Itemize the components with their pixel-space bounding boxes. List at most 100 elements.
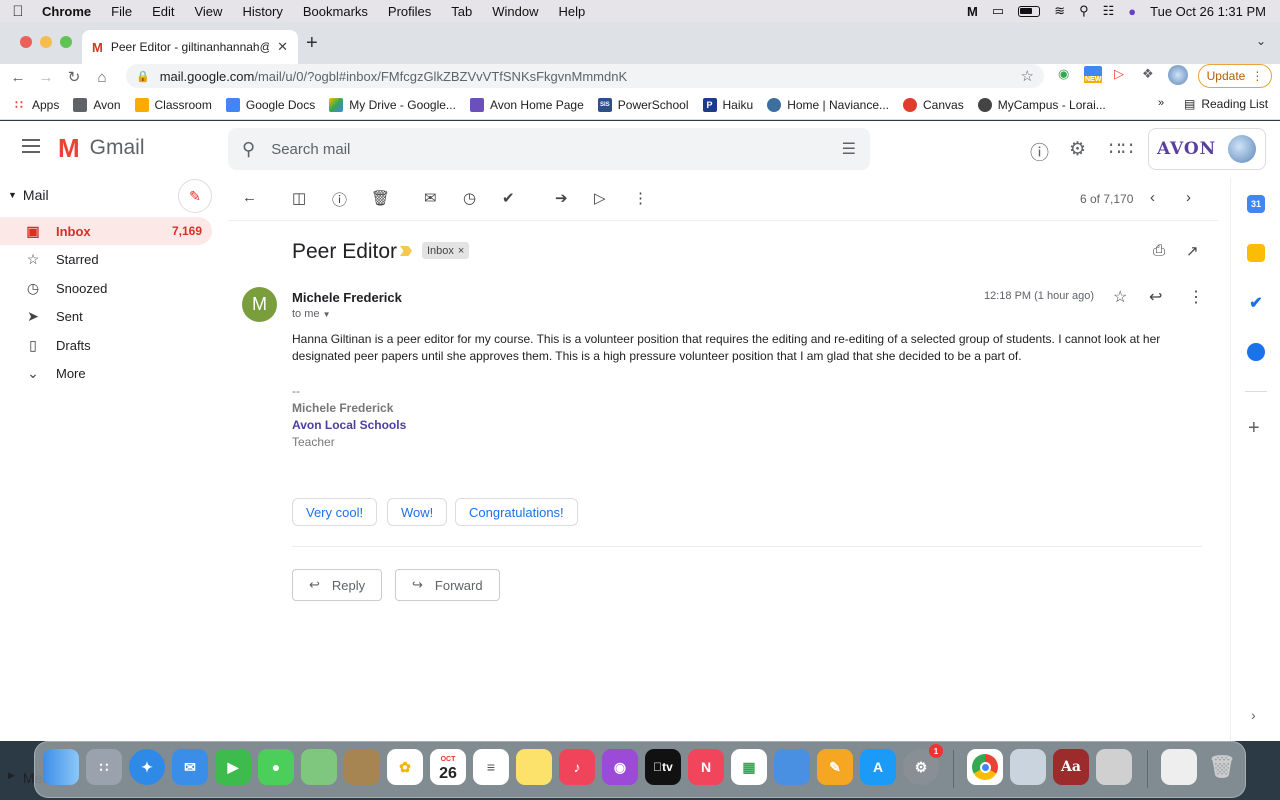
google-apps-icon[interactable]: ∷∷	[1109, 138, 1133, 161]
menubar-clock[interactable]: Tue Oct 26 1:31 PM	[1150, 4, 1266, 19]
back-arrow-icon[interactable]: ←	[4, 69, 32, 86]
preview-icon[interactable]	[1010, 749, 1046, 785]
notes-icon[interactable]	[516, 749, 552, 785]
chrome-icon[interactable]	[967, 749, 1003, 785]
dictionary-icon[interactable]: Aa	[1053, 749, 1089, 785]
reading-list-button[interactable]: ▤ Reading List	[1184, 97, 1268, 111]
grammarly-extension-icon[interactable]: ◉	[1058, 66, 1069, 82]
menu-tab[interactable]: Tab	[441, 4, 482, 19]
smart-reply-very-cool[interactable]: Very cool!	[292, 498, 378, 526]
search-options-icon[interactable]: ☰	[842, 139, 856, 159]
messages-icon[interactable]: ●	[258, 749, 294, 785]
new-extension-icon[interactable]: NEW	[1084, 66, 1103, 83]
newer-chevron-left-icon[interactable]: ‹	[1150, 189, 1155, 206]
menu-view[interactable]: View	[184, 4, 232, 19]
important-marker-icon[interactable]	[400, 246, 412, 256]
bookmark-avon-home[interactable]: Avon Home Page	[469, 97, 584, 112]
spotlight-search-icon[interactable]: ⚲	[1079, 3, 1089, 19]
app-store-icon[interactable]: A	[860, 749, 896, 785]
menu-profiles[interactable]: Profiles	[378, 4, 441, 19]
siri-icon[interactable]: ●	[1128, 4, 1136, 19]
news-icon[interactable]: N	[688, 749, 724, 785]
menu-edit[interactable]: Edit	[142, 4, 184, 19]
new-tab-button[interactable]: +	[306, 32, 318, 55]
help-icon[interactable]: ⓘ	[1030, 138, 1049, 165]
snooze-clock-icon[interactable]: ◷	[463, 189, 476, 207]
forward-button[interactable]: ↪ Forward	[395, 569, 500, 601]
add-to-tasks-icon[interactable]: ✔	[502, 189, 515, 207]
reminders-icon[interactable]: ≡	[473, 749, 509, 785]
smart-reply-wow[interactable]: Wow!	[387, 498, 448, 526]
bookmark-canvas[interactable]: Canvas	[903, 97, 964, 112]
display-icon[interactable]: ▭	[992, 3, 1004, 19]
back-to-inbox-icon[interactable]: ←	[242, 189, 257, 206]
bookmark-apps[interactable]: ∷ Apps	[12, 98, 59, 112]
hide-side-panel-chevron-icon[interactable]: ›	[1251, 707, 1256, 723]
open-new-window-icon[interactable]: ↗	[1186, 242, 1199, 260]
safari-icon[interactable]: ✦	[129, 749, 165, 785]
smart-reply-congratulations[interactable]: Congratulations!	[455, 498, 578, 526]
minimize-window-button[interactable]	[40, 36, 52, 48]
close-window-button[interactable]	[20, 36, 32, 48]
reload-icon[interactable]: ↻	[60, 68, 88, 86]
get-addons-plus-icon[interactable]: +	[1248, 417, 1260, 440]
contacts-icon[interactable]	[1247, 343, 1265, 361]
keynote-icon[interactable]	[774, 749, 810, 785]
print-icon[interactable]: ⎙	[1153, 242, 1165, 259]
reply-button[interactable]: ↩ Reply	[292, 569, 383, 601]
menu-help[interactable]: Help	[549, 4, 596, 19]
photos-icon[interactable]: ✿	[387, 749, 423, 785]
sidebar-item-drafts[interactable]: ▯ Drafts	[0, 331, 212, 359]
mail-section-header[interactable]: ▼ Mail	[8, 187, 49, 203]
sender-name[interactable]: Michele Frederick	[292, 290, 402, 305]
message-more-icon[interactable]: ⋮	[1188, 287, 1204, 307]
sidebar-item-inbox[interactable]: ▣ Inbox 7,169	[0, 217, 212, 245]
bookmark-avon[interactable]: Avon	[73, 97, 121, 112]
zoom-window-button[interactable]	[60, 36, 72, 48]
contacts-app-icon[interactable]	[344, 749, 380, 785]
music-icon[interactable]: ♪	[559, 749, 595, 785]
bookmark-powerschool[interactable]: SIS PowerSchool	[597, 97, 689, 112]
trash-icon[interactable]: 🗑	[1204, 749, 1240, 785]
move-to-icon[interactable]: ➔	[555, 189, 568, 207]
tab-search-chevron-icon[interactable]: ⌄	[1256, 34, 1266, 48]
battery-icon[interactable]	[1018, 5, 1041, 17]
gmail-logo[interactable]: M Gmail	[58, 135, 145, 161]
profile-avatar-icon[interactable]	[1168, 65, 1188, 85]
bookmark-haiku[interactable]: P Haiku	[702, 97, 753, 112]
recipient-details[interactable]: to me ▼	[292, 308, 331, 320]
downloads-document-icon[interactable]	[1161, 749, 1197, 785]
more-actions-icon[interactable]: ⋮	[633, 189, 648, 207]
older-chevron-right-icon[interactable]: ›	[1186, 189, 1191, 206]
update-chrome-button[interactable]: Update ⋮	[1198, 64, 1272, 88]
sidebar-item-snoozed[interactable]: ◷ Snoozed	[0, 274, 212, 302]
browser-tab-active[interactable]: M Peer Editor - giltinanhannah@a ✕	[82, 30, 298, 64]
mail-icon[interactable]: ✉	[172, 749, 208, 785]
numbers-icon[interactable]: ▦	[731, 749, 767, 785]
launchpad-icon[interactable]: ∷	[86, 749, 122, 785]
extensions-puzzle-icon[interactable]: ❖	[1142, 66, 1154, 82]
facetime-icon[interactable]: ▶	[215, 749, 251, 785]
star-message-icon[interactable]: ☆	[1113, 287, 1127, 307]
calendar-app-icon[interactable]: OCT 26	[430, 749, 466, 785]
bookmark-google-docs[interactable]: Google Docs	[225, 97, 315, 112]
sidebar-item-sent[interactable]: ➤ Sent	[0, 302, 212, 330]
delete-trash-icon[interactable]: 🗑	[371, 189, 390, 207]
finder-icon[interactable]	[43, 749, 79, 785]
bookmark-star-icon[interactable]: ☆	[1021, 67, 1034, 85]
label-tag-icon[interactable]: ▷	[594, 189, 606, 207]
lock-icon[interactable]: 🔒	[136, 70, 150, 83]
wifi-icon[interactable]: ≋	[1054, 3, 1065, 19]
apple-menu-icon[interactable]: 	[0, 3, 36, 20]
main-menu-icon[interactable]	[22, 139, 40, 153]
system-preferences-icon[interactable]: ⚙ 1	[903, 744, 943, 785]
bookmark-classroom[interactable]: Classroom	[134, 97, 212, 112]
menu-history[interactable]: History	[232, 4, 292, 19]
inbox-label-chip[interactable]: Inbox ×	[422, 242, 470, 259]
bookmark-my-drive[interactable]: My Drive - Google...	[329, 97, 456, 112]
archive-icon[interactable]: ◫	[292, 189, 306, 207]
menu-app-name[interactable]: Chrome	[36, 4, 101, 19]
tasks-icon[interactable]: ✔	[1247, 294, 1265, 312]
report-spam-icon[interactable]: ⓘ	[332, 189, 347, 210]
sidebar-item-starred[interactable]: ☆ Starred	[0, 245, 212, 273]
